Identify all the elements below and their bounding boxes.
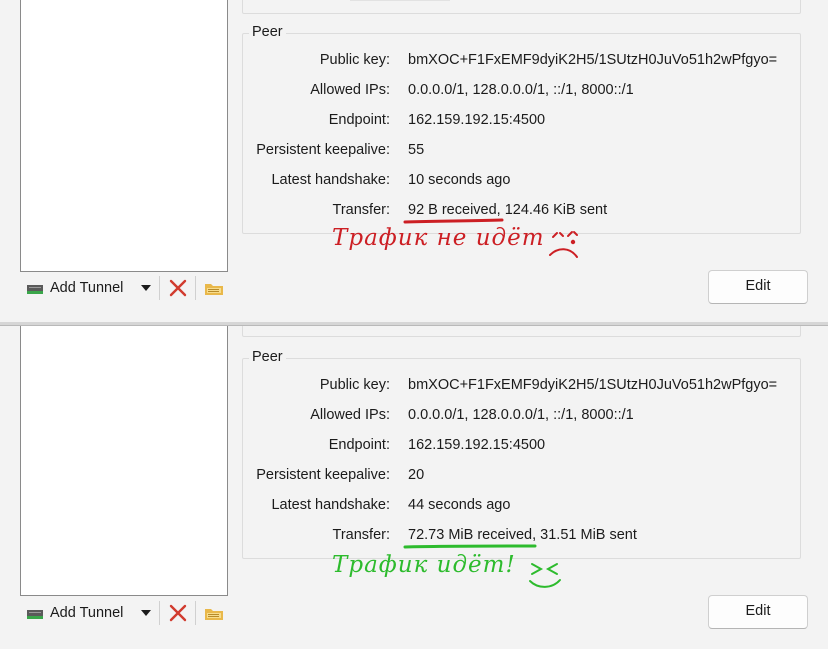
folder-icon [205,609,223,620]
add-tunnel-button[interactable]: Add Tunnel [26,598,123,628]
toolbar-separator [159,276,160,300]
edit-button[interactable]: Edit [708,595,808,629]
folder-icon [205,284,223,295]
tunnel-window-top: Peer Public key: bmXOC+F1FxEMF9dyiK2H5/1… [0,0,828,322]
edit-button[interactable]: Edit [708,270,808,304]
toolbar-separator [195,276,196,300]
add-tunnel-label: Add Tunnel [50,280,124,296]
network-adapter-icon [27,610,43,619]
toolbar-separator [159,601,160,625]
tunnel-toolbar: Add Tunnel [20,273,240,303]
annotation-traffic-flowing: Трафик идёт! [332,552,516,578]
triangle-down-icon [141,285,151,291]
import-tunnel-button[interactable] [204,273,224,303]
import-tunnel-button[interactable] [204,598,224,628]
squint-face-icon [529,563,561,588]
tunnel-toolbar: Add Tunnel [20,598,240,628]
toolbar-separator [195,601,196,625]
underline-green [403,544,537,549]
red-x-icon [169,279,187,297]
annotation-traffic-not-flowing: Трафик не идёт [332,225,545,251]
sad-face-icon [549,231,578,258]
add-tunnel-dropdown[interactable] [138,598,154,628]
red-x-icon [169,604,187,622]
add-tunnel-dropdown[interactable] [138,273,154,303]
tunnel-window-bottom: Peer Public key: bmXOC+F1FxEMF9dyiK2H5/1… [0,325,828,649]
add-tunnel-label: Add Tunnel [50,605,124,621]
add-tunnel-button[interactable]: Add Tunnel [26,273,123,303]
delete-tunnel-button[interactable] [168,273,188,303]
network-adapter-icon [27,285,43,294]
triangle-down-icon [141,610,151,616]
delete-tunnel-button[interactable] [168,598,188,628]
underline-red [403,218,504,224]
